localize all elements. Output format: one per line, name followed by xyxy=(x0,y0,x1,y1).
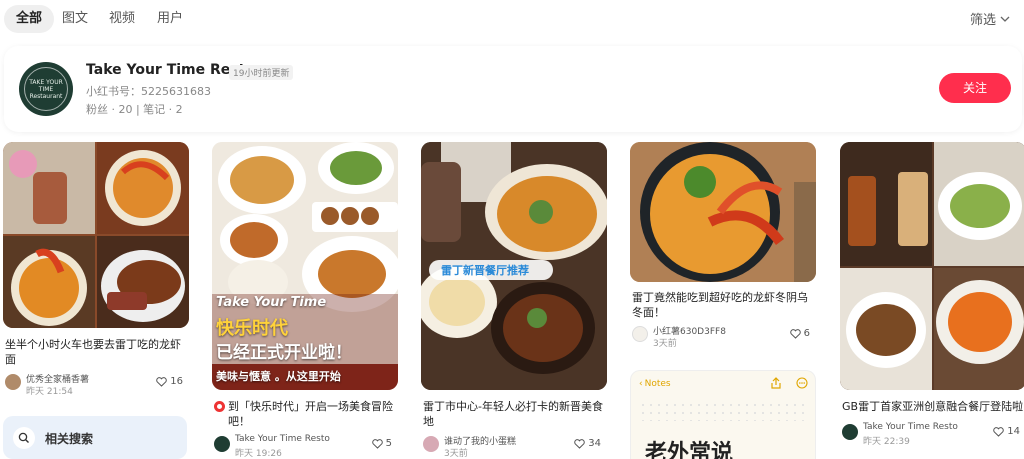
like-count: 34 xyxy=(588,438,601,449)
more-icon xyxy=(796,377,808,389)
card-image: 雷丁新晋餐厅推荐 xyxy=(421,142,607,390)
search-icon xyxy=(13,427,35,449)
card-image: ‹ Notes 老外常说 xyxy=(630,370,816,459)
card-meta: 小红薯630D3FF8 3天前 6 xyxy=(632,324,814,349)
heart-icon xyxy=(789,328,801,339)
card-meta: Take Your Time Resto 昨天 22:39 14 xyxy=(842,422,1024,447)
notes-back-label: Notes xyxy=(644,379,671,389)
like-count: 5 xyxy=(385,438,392,449)
card-image xyxy=(840,142,1024,390)
tab-all[interactable]: 全部 xyxy=(4,5,55,33)
card-title[interactable]: GB雷丁首家亚洲创意融合餐厅登陆啦 xyxy=(842,399,1024,414)
notes-back: ‹ Notes xyxy=(639,379,671,389)
avatar[interactable]: TAKE YOUR TIME Restaurant xyxy=(19,62,73,116)
like-button[interactable]: 16 xyxy=(156,376,183,387)
avatar[interactable] xyxy=(842,424,858,440)
dot-grid xyxy=(639,401,809,421)
overlay-sticker: 雷丁新晋餐厅推荐 xyxy=(441,264,529,277)
card-meta: Take Your Time Resto 昨天 19:26 5 xyxy=(214,434,396,459)
card-title[interactable]: 坐半个小时火车也要去雷丁吃的龙虾面 xyxy=(5,337,187,367)
card-author[interactable]: Take Your Time Resto xyxy=(235,434,330,444)
heart-icon xyxy=(993,426,1005,437)
filter-button[interactable]: 筛选 xyxy=(970,9,1010,28)
tab-video[interactable]: 视频 xyxy=(109,5,135,33)
tab-user[interactable]: 用户 xyxy=(157,5,183,33)
notes-big-text: 老外常说 xyxy=(645,441,734,459)
related-search-label: 相关搜索 xyxy=(45,432,94,446)
feed-card[interactable]: ‹ Notes 老外常说 xyxy=(630,370,816,459)
feed-card[interactable]: 雷丁竟然能吃到超好吃的龙虾冬阴乌冬面！ 小红薯630D3FF8 3天前 6 xyxy=(630,142,816,352)
overlay-subheadline: 已经正式开业啦！ xyxy=(216,343,352,363)
card-image: Take Your Time 快乐时代 已经正式开业啦！ 美味与惬意 。从这里开… xyxy=(212,142,398,390)
like-button[interactable]: 5 xyxy=(371,438,392,449)
feed-card[interactable]: 坐半个小时火车也要去雷丁吃的龙虾面 优秀全家桶香薯 昨天 21:54 16 xyxy=(3,142,189,402)
feed-card[interactable]: 雷丁新晋餐厅推荐 雷丁市中心-年轻人必打卡的新晋美食地 谁动了我的小蛋糕 3天前… xyxy=(421,142,607,459)
heart-icon xyxy=(156,376,168,387)
filter-label: 筛选 xyxy=(969,13,996,28)
card-meta: 优秀全家桶香薯 昨天 21:54 16 xyxy=(5,372,187,397)
card-time: 昨天 22:39 xyxy=(863,437,910,447)
related-search[interactable]: 相关搜索 xyxy=(3,416,187,459)
chevron-down-icon xyxy=(1000,16,1010,22)
like-button[interactable]: 14 xyxy=(993,426,1020,437)
updated-badge: 19小时前更新 xyxy=(229,65,294,80)
share-icon xyxy=(771,377,781,389)
profile-stats: 粉丝 · 20 | 笔记 · 2 xyxy=(86,103,183,116)
avatar[interactable] xyxy=(632,326,648,342)
card-image xyxy=(630,142,816,282)
like-button[interactable]: 34 xyxy=(574,438,601,449)
like-count: 16 xyxy=(170,376,183,387)
avatar[interactable] xyxy=(5,374,21,390)
card-title[interactable]: 雷丁竟然能吃到超好吃的龙虾冬阴乌冬面！ xyxy=(632,290,814,320)
avatar[interactable] xyxy=(423,436,439,452)
avatar-logo: TAKE YOUR TIME Restaurant xyxy=(24,67,68,111)
like-count: 14 xyxy=(1007,426,1020,437)
like-button[interactable]: 6 xyxy=(789,328,810,339)
red-id: 小红书号：5225631683 xyxy=(86,85,211,98)
top-tabs: 全部 图文 视频 用户 筛选 xyxy=(0,0,1024,40)
chevron-left-icon: ‹ xyxy=(639,379,643,389)
card-time: 3天前 xyxy=(444,449,468,459)
target-emoji-icon xyxy=(214,401,225,412)
tab-image-text[interactable]: 图文 xyxy=(62,5,88,33)
card-title[interactable]: 雷丁市中心-年轻人必打卡的新晋美食地 xyxy=(423,399,605,429)
like-count: 6 xyxy=(803,328,810,339)
card-time: 昨天 19:26 xyxy=(235,449,282,459)
overlay-brand: Take Your Time xyxy=(216,295,327,310)
card-meta: 谁动了我的小蛋糕 3天前 34 xyxy=(423,434,605,459)
card-title-text: 到「快乐时代」开启一场美食冒险吧！ xyxy=(228,400,393,428)
card-time: 昨天 21:54 xyxy=(26,387,73,397)
user-profile-card[interactable]: TAKE YOUR TIME Restaurant Take Your Time R… xyxy=(4,46,1022,132)
overlay-headline: 快乐时代 xyxy=(216,318,288,339)
card-author[interactable]: Take Your Time Resto xyxy=(863,422,958,432)
feed-card[interactable]: GB雷丁首家亚洲创意融合餐厅登陆啦 Take Your Time Resto 昨… xyxy=(840,142,1024,459)
avatar[interactable] xyxy=(214,436,230,452)
overlay-tagline: 美味与惬意 。从这里开始 xyxy=(216,370,341,383)
card-title[interactable]: 到「快乐时代」开启一场美食冒险吧！ xyxy=(214,399,396,429)
feed-card[interactable]: Take Your Time 快乐时代 已经正式开业啦！ 美味与惬意 。从这里开… xyxy=(212,142,398,459)
follow-button[interactable]: 关注 xyxy=(939,73,1011,103)
card-image xyxy=(3,142,189,328)
card-time: 3天前 xyxy=(653,339,677,349)
heart-icon xyxy=(574,438,586,449)
heart-icon xyxy=(371,438,383,449)
